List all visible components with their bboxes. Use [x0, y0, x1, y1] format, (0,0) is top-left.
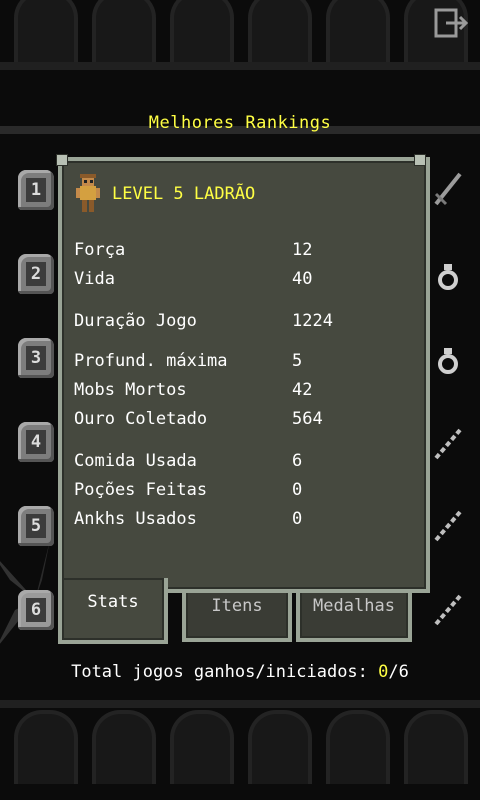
hero-title: LEVEL 5 LADRÃO: [112, 184, 256, 204]
stat-value: 42: [292, 380, 313, 400]
ring-icon: [438, 348, 458, 374]
rank-badge-3[interactable]: 3: [18, 338, 54, 378]
stat-value: 1224: [292, 311, 333, 331]
games-won: 0: [378, 662, 389, 682]
stat-value: 12: [292, 240, 313, 260]
stat-value: 0: [292, 509, 303, 529]
wand-icon: [434, 428, 462, 460]
rank-badge-1[interactable]: 1: [18, 170, 54, 210]
wand-icon: [434, 510, 462, 542]
page-title: Melhores Rankings: [148, 113, 332, 133]
rank-badge-4[interactable]: 4: [18, 422, 54, 462]
stat-label: Mobs Mortos: [74, 380, 187, 400]
games-summary: Total jogos ganhos/iniciados: 0/6: [71, 662, 409, 682]
window-corner: [56, 154, 68, 166]
stat-label: Ouro Coletado: [74, 409, 208, 429]
stat-value: 5: [292, 351, 303, 371]
window-corner: [414, 154, 426, 166]
stat-label: Profund. máxima: [74, 351, 228, 371]
stat-label: Duração Jogo: [74, 311, 197, 331]
rank-badge-6[interactable]: 6: [18, 590, 54, 630]
sword-icon: [434, 172, 462, 206]
rank-badge-2[interactable]: 2: [18, 254, 54, 294]
exit-door-icon[interactable]: [434, 8, 470, 38]
stat-value: 0: [292, 480, 303, 500]
stat-label: Poções Feitas: [74, 480, 208, 500]
stat-label: Força: [74, 240, 126, 260]
rogue-hero-icon: [76, 174, 100, 212]
games-started: 6: [398, 662, 409, 682]
stat-value: 40: [292, 269, 313, 289]
ring-icon: [438, 264, 458, 290]
tab-stats[interactable]: Stats: [58, 578, 168, 644]
stat-label: Comida Usada: [74, 451, 197, 471]
stat-value: 564: [292, 409, 323, 429]
stat-label: Ankhs Usados: [74, 509, 197, 529]
stat-label: Vida: [74, 269, 115, 289]
wand-icon: [434, 594, 462, 626]
stat-value: 6: [292, 451, 303, 471]
